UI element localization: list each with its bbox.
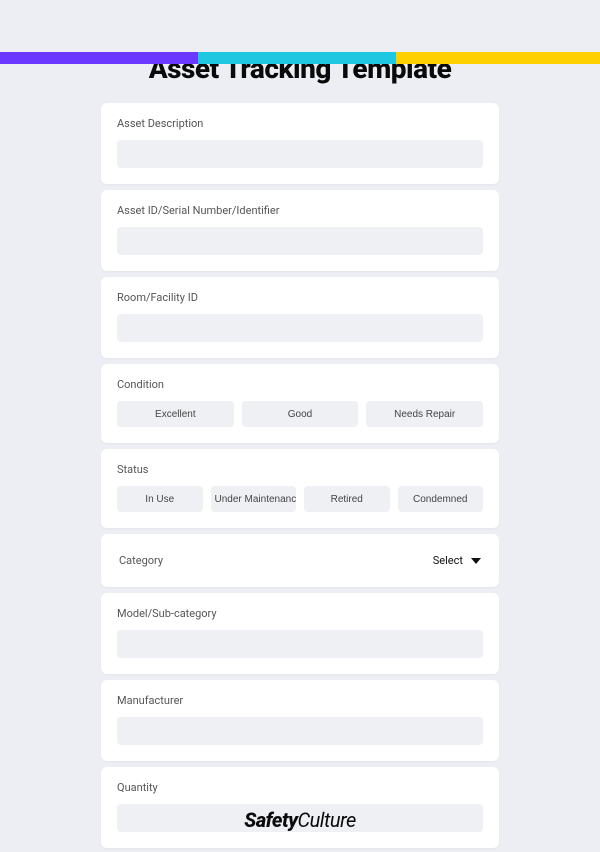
brand-logo: SafetyCulture — [0, 808, 600, 832]
label-status: Status — [117, 463, 483, 476]
label-asset-id: Asset ID/Serial Number/Identifier — [117, 204, 483, 217]
input-room-id[interactable] — [117, 314, 483, 342]
field-category: Category Select — [101, 534, 499, 587]
status-option-in-use[interactable]: In Use — [117, 486, 203, 512]
label-condition: Condition — [117, 378, 483, 391]
brand-bold: Safety — [244, 808, 297, 832]
label-room-id: Room/Facility ID — [117, 291, 483, 304]
field-manufacturer: Manufacturer — [101, 680, 499, 761]
status-option-retired[interactable]: Retired — [304, 486, 390, 512]
input-model[interactable] — [117, 630, 483, 658]
status-option-condemned[interactable]: Condemned — [398, 486, 484, 512]
field-condition: Condition Excellent Good Needs Repair — [101, 364, 499, 443]
select-category[interactable]: Select — [433, 554, 481, 567]
form: Asset Description Asset ID/Serial Number… — [101, 103, 499, 848]
field-status: Status In Use Under Maintenance Retired … — [101, 449, 499, 528]
stripe-purple — [0, 52, 198, 64]
brand-light: Culture — [297, 808, 355, 832]
status-options: In Use Under Maintenance Retired Condemn… — [117, 486, 483, 512]
chevron-down-icon — [471, 558, 481, 564]
condition-options: Excellent Good Needs Repair — [117, 401, 483, 427]
label-manufacturer: Manufacturer — [117, 694, 483, 707]
condition-option-good[interactable]: Good — [242, 401, 359, 427]
input-asset-id[interactable] — [117, 227, 483, 255]
field-room-id: Room/Facility ID — [101, 277, 499, 358]
field-asset-description: Asset Description — [101, 103, 499, 184]
stripe-cyan — [198, 52, 396, 64]
field-asset-id: Asset ID/Serial Number/Identifier — [101, 190, 499, 271]
select-category-text: Select — [433, 554, 463, 567]
condition-option-excellent[interactable]: Excellent — [117, 401, 234, 427]
brand-stripe — [0, 52, 600, 64]
label-quantity: Quantity — [117, 781, 483, 794]
condition-option-needs-repair[interactable]: Needs Repair — [366, 401, 483, 427]
label-model: Model/Sub-category — [117, 607, 483, 620]
input-manufacturer[interactable] — [117, 717, 483, 745]
stripe-yellow — [396, 52, 600, 64]
input-asset-description[interactable] — [117, 140, 483, 168]
label-asset-description: Asset Description — [117, 117, 483, 130]
label-category: Category — [119, 554, 163, 567]
status-option-under-maintenance[interactable]: Under Maintenance — [211, 486, 297, 512]
field-model: Model/Sub-category — [101, 593, 499, 674]
